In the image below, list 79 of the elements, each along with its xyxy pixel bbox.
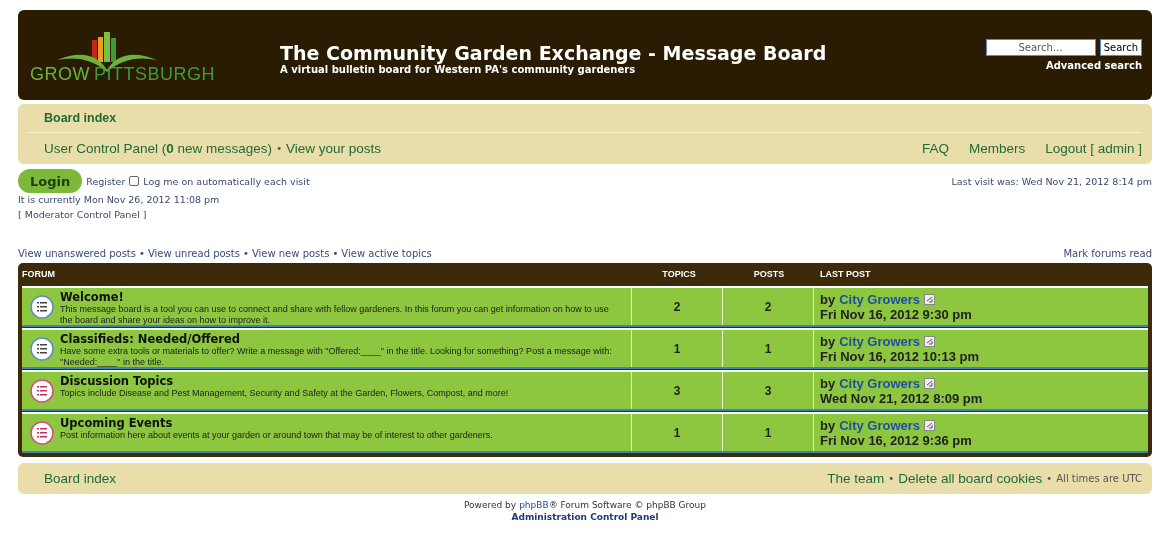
column-header: FORUM xyxy=(22,269,56,279)
breadcrumb-link[interactable]: Board index xyxy=(44,471,117,486)
forum-description: Post information here about events at your garden or around town that may be of interest to other gardeners. xyxy=(60,430,494,441)
forum-row[interactable]: Discussion Topics Topics include Disease and Pest Management, Security and Safety at the Garden, Flowers, Compost, and more! 3 3 by City Growers Wed Nov 21, 2012 8:09 pm xyxy=(22,370,1148,411)
checkbox[interactable] xyxy=(129,176,140,186)
moderator-panel-link[interactable]: [ Moderator Control Panel ] xyxy=(18,209,147,220)
author-link[interactable]: City Growers xyxy=(839,417,921,433)
author-link[interactable]: City Growers xyxy=(839,375,921,391)
search-button[interactable]: Search xyxy=(1099,39,1142,56)
last-post-date: Fri Nov 16, 2012 9:36 pm xyxy=(820,432,973,448)
view-post-icon[interactable] xyxy=(924,335,936,347)
forum-description: Topics include Disease and Pest Management, Security and Safety at the Garden, Flowers, Compost, and more! xyxy=(60,388,510,399)
by-label: by xyxy=(820,333,836,349)
search-link[interactable]: View active topics xyxy=(341,248,432,259)
author-link[interactable]: City Growers xyxy=(839,291,921,307)
last-post-date: Wed Nov 21, 2012 8:09 pm xyxy=(820,390,984,406)
separator-dot: • xyxy=(276,143,283,154)
forum-description: This message board is a tool you can use to connect and share with fellow gardeners. In this forum you can get information on how to use the board and share your ideas on how to improve it. xyxy=(60,304,610,326)
search-link[interactable]: View new posts xyxy=(251,248,330,259)
credits-text: Powered by xyxy=(463,500,517,510)
current-time-text: It is currently Mon Nov 26, 2012 11:08 pm xyxy=(18,193,221,206)
site-subtitle: A virtual bulletin board for Western PA's community gardeners xyxy=(280,63,636,75)
topics-count: 1 xyxy=(632,330,723,367)
by-label: by xyxy=(820,375,836,391)
last-visit-text: Last visit was: Wed Nov 21, 2012 8:14 pm xyxy=(951,175,1152,187)
posts-count: 3 xyxy=(723,372,814,409)
logo-text: GROW xyxy=(30,63,90,85)
timezone-text: All times are UTC xyxy=(1056,473,1142,484)
column-header: LAST POST xyxy=(819,269,872,279)
view-post-icon[interactable] xyxy=(924,377,936,389)
author-link[interactable]: City Growers xyxy=(839,333,921,349)
breadcrumb-link[interactable]: Board index xyxy=(44,111,117,125)
forum-row[interactable] xyxy=(22,328,1148,369)
last-post-date: Fri Nov 16, 2012 10:13 pm xyxy=(820,348,980,364)
remember-label: Log me on automatically each visit xyxy=(143,175,310,187)
forum-row[interactable] xyxy=(22,286,1148,327)
nav-link[interactable]: User Control Panel (0 new messages) xyxy=(44,141,273,156)
posts-count: 2 xyxy=(723,288,814,325)
site-title: The Community Garden Exchange - Message Board xyxy=(280,41,828,64)
phpbb-link[interactable]: phpBB xyxy=(519,500,549,510)
by-label: by xyxy=(820,417,836,433)
search-field[interactable]: Search… xyxy=(985,39,1096,56)
forum-row[interactable]: Upcoming Events Post information here about events at your garden or around town that may be of interest to other gardeners. 1 1 by City Growers Fri Nov 16, 2012 9:36 pm xyxy=(22,412,1148,453)
footer-link[interactable]: The team xyxy=(827,471,885,486)
advanced-search-link[interactable]: Advanced search xyxy=(1045,60,1142,71)
nav-link[interactable]: Logout [ admin ] xyxy=(1045,141,1142,156)
separator-dot: • xyxy=(242,248,249,259)
posts-count: 1 xyxy=(723,414,814,451)
view-post-icon[interactable] xyxy=(924,419,936,431)
forum-description: Have some extra tools or materials to offer? Write a message with "Offered:____" in the title. Looking for something? Post a message with: "Needed:____" in the title. xyxy=(60,346,613,368)
admin-panel-link[interactable]: Administration Control Panel xyxy=(511,512,659,522)
nav-link[interactable]: FAQ xyxy=(921,141,949,156)
view-post-icon[interactable] xyxy=(924,293,936,305)
topics-count: 2 xyxy=(632,288,723,325)
login-button[interactable]: Login xyxy=(18,169,83,193)
search-link[interactable]: View unanswered posts xyxy=(18,248,136,259)
forum-title-link[interactable]: Discussion Topics xyxy=(60,374,515,388)
separator-dot: • xyxy=(332,248,339,259)
forum-title-link[interactable]: Classifieds: Needed/Offered xyxy=(60,332,626,346)
register-link[interactable]: Register xyxy=(86,175,126,187)
logo-text: PITTSBURGH xyxy=(94,63,215,85)
footer-link[interactable]: Delete all board cookies xyxy=(898,471,1043,486)
by-label: by xyxy=(820,291,836,307)
nav-link[interactable]: Members xyxy=(968,141,1026,156)
topics-count: 1 xyxy=(632,414,723,451)
credits-text: ® Forum Software © phpBB Group xyxy=(548,500,706,510)
forum-title-link[interactable]: Welcome! xyxy=(60,290,626,304)
column-header: POSTS xyxy=(752,269,786,279)
search-link[interactable]: View unread posts xyxy=(147,248,240,259)
topics-count: 3 xyxy=(632,372,723,409)
last-post-date: Fri Nov 16, 2012 9:30 pm xyxy=(820,306,973,322)
mark-read-link[interactable]: Mark forums read xyxy=(1063,248,1152,259)
forum-title-link[interactable]: Upcoming Events xyxy=(60,416,499,430)
separator-dot: • xyxy=(888,473,895,484)
posts-count: 1 xyxy=(723,330,814,367)
separator-dot: • xyxy=(1046,473,1053,484)
separator-dot: • xyxy=(138,248,145,259)
column-header: TOPICS xyxy=(661,269,697,279)
nav-link[interactable]: View your posts xyxy=(286,141,382,156)
